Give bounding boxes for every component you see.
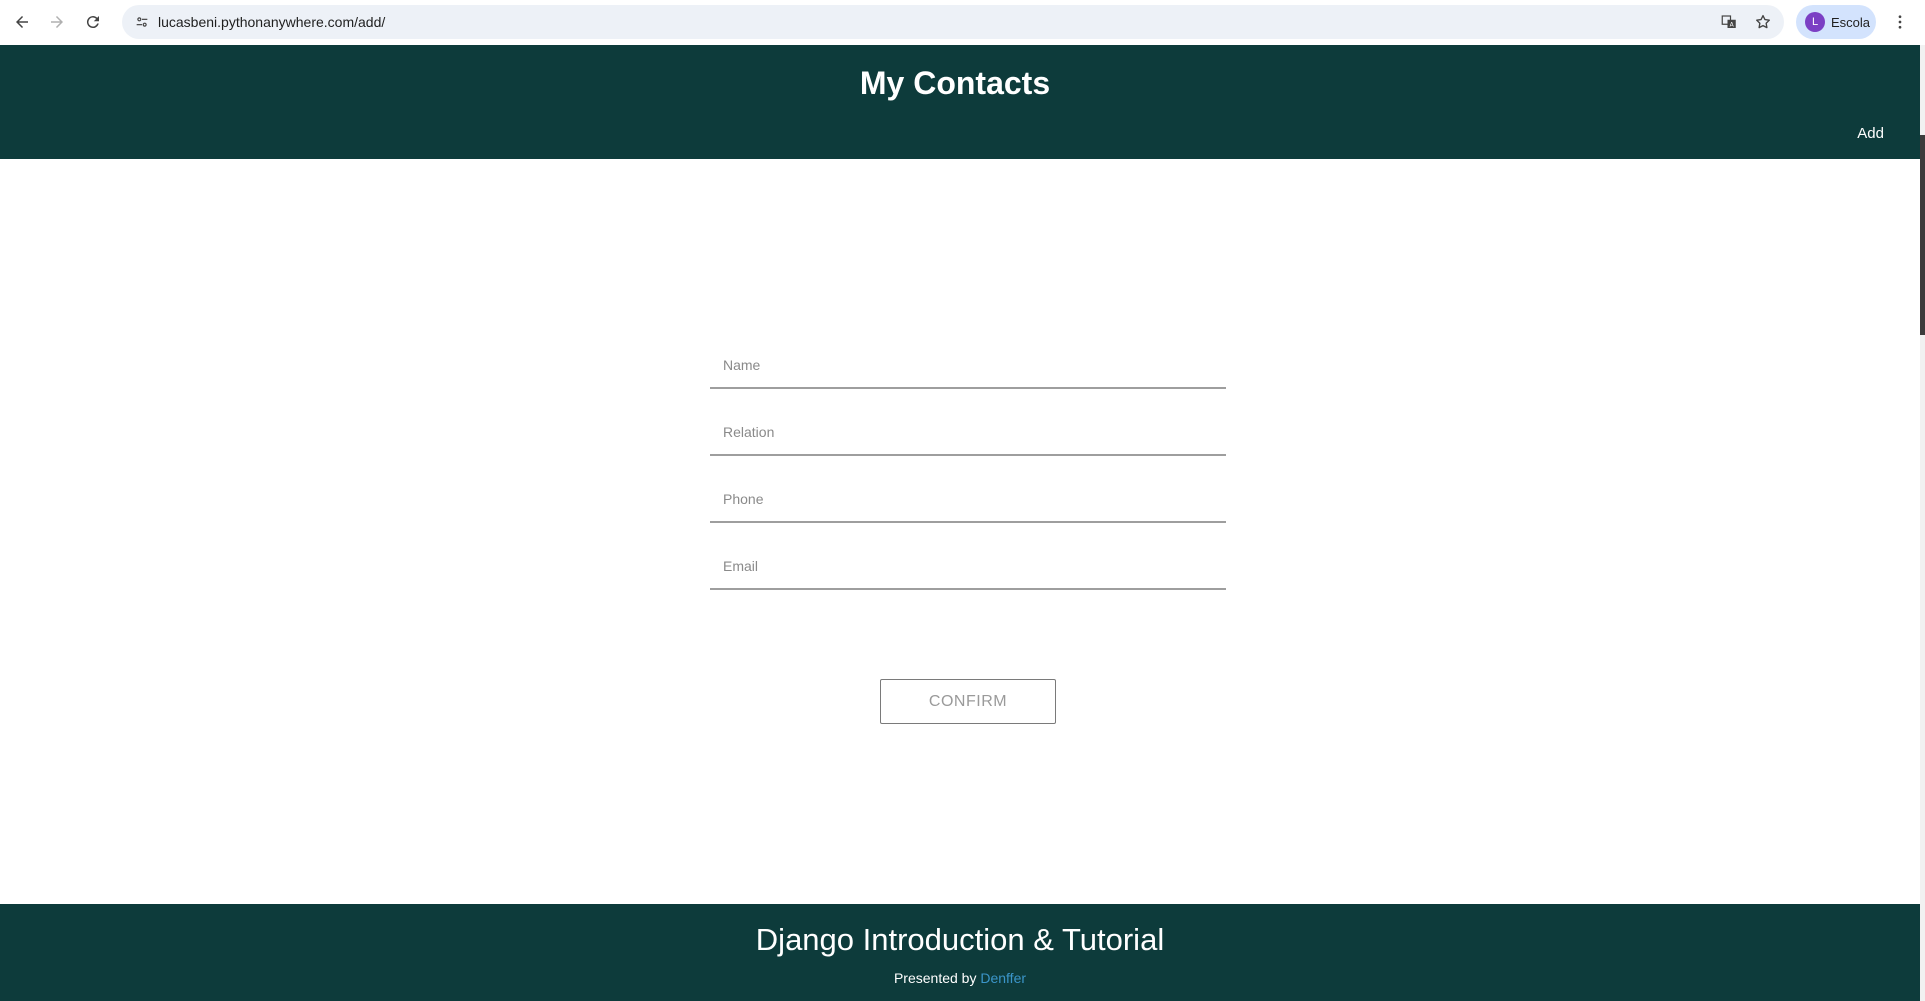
reload-icon	[86, 16, 99, 29]
forward-button[interactable]	[43, 8, 71, 36]
add-contact-form: CONFIRM	[710, 345, 1226, 724]
address-bar[interactable]: lucasbeni.pythonanywhere.com/add/ A	[122, 5, 1784, 39]
relation-input[interactable]	[710, 412, 1226, 452]
add-link[interactable]: Add	[1857, 125, 1884, 142]
site-footer: Django Introduction & Tutorial Presented…	[0, 904, 1920, 1001]
profile-button[interactable]: L Escola	[1796, 5, 1876, 39]
bookmark-star-icon[interactable]	[1751, 10, 1775, 34]
scrollbar[interactable]	[1920, 45, 1925, 1001]
scrollbar-thumb[interactable]	[1920, 135, 1925, 335]
footer-credit: Presented by Denffer	[0, 970, 1920, 986]
browser-menu-button[interactable]	[1886, 8, 1914, 36]
url-text[interactable]: lucasbeni.pythonanywhere.com/add/	[158, 5, 385, 39]
email-field	[710, 546, 1226, 590]
reload-button[interactable]	[79, 8, 107, 36]
more-vertical-icon	[1898, 15, 1902, 29]
email-input[interactable]	[710, 546, 1226, 586]
phone-field	[710, 479, 1226, 523]
name-field	[710, 345, 1226, 389]
author-link[interactable]: Denffer	[980, 970, 1026, 986]
name-input[interactable]	[710, 345, 1226, 385]
page-title: My Contacts	[859, 65, 1051, 101]
avatar: L	[1805, 12, 1825, 32]
back-button[interactable]	[8, 8, 36, 36]
page-content: My Contacts Add CONFIRM Django Introduct…	[0, 45, 1920, 1001]
browser-toolbar: lucasbeni.pythonanywhere.com/add/ A L Es…	[0, 0, 1925, 45]
footer-title: Django Introduction & Tutorial	[755, 922, 1165, 957]
relation-field	[710, 412, 1226, 456]
phone-input[interactable]	[710, 479, 1226, 519]
arrow-left-icon	[16, 16, 28, 28]
presented-by-text: Presented by	[893, 970, 977, 986]
site-header: My Contacts Add	[0, 45, 1920, 159]
arrow-right-icon	[51, 16, 63, 28]
site-info-icon[interactable]	[130, 10, 154, 34]
profile-name: Escola	[1831, 14, 1871, 30]
confirm-button[interactable]: CONFIRM	[880, 679, 1056, 724]
translate-icon[interactable]: A	[1717, 10, 1741, 34]
